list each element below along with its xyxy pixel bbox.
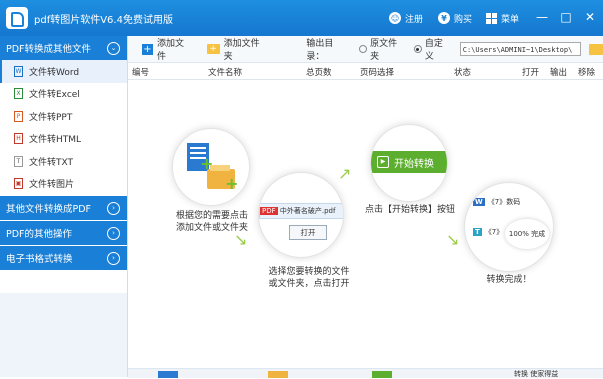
- image-file-icon: ▣: [14, 178, 23, 190]
- sidebar-section-pdf-convert[interactable]: PDF转换成其他文件 ⌄: [0, 36, 127, 60]
- yen-icon: ¥: [438, 12, 450, 24]
- file-result-icon: T: [473, 228, 482, 236]
- chevron-down-icon: ⌄: [107, 42, 120, 55]
- app-logo: [6, 7, 28, 29]
- step2-illustration: PDF 中外著名破产.pdf 打开: [258, 172, 344, 258]
- user-icon: ☺: [389, 12, 401, 24]
- word-file-icon: W: [14, 65, 23, 77]
- progress-badge: 100% 完成: [505, 219, 549, 249]
- step3-caption: 点击【开始转换】按钮: [364, 205, 455, 215]
- sidebar-item-txt[interactable]: T 文件转TXT: [0, 150, 127, 173]
- sidebar-category-to-pdf[interactable]: 其他文件转换成PDF ›: [0, 195, 127, 220]
- txt-file-icon: T: [14, 155, 23, 167]
- html-file-icon: H: [14, 133, 23, 145]
- maximize-button[interactable]: □: [558, 9, 574, 25]
- ppt-file-icon: P: [14, 110, 23, 122]
- col-filename: 文件名称: [208, 68, 243, 78]
- pdf-badge-icon: PDF: [260, 207, 278, 215]
- step4-illustration: W 《7》数码 T 《7》 100% 完成: [464, 182, 554, 272]
- col-open: 打开: [522, 68, 540, 78]
- close-button[interactable]: ✕: [582, 9, 598, 25]
- file-list-area[interactable]: + + 根据您的需要点击 添加文件或文件夹 ↘ PDF 中外著名破产.pdf 打…: [128, 80, 603, 368]
- open-dialog-button: 打开: [289, 225, 327, 240]
- file-table-header: 编号 文件名称 总页数 页码选择 状态 打开 输出 移除: [128, 63, 603, 80]
- step3-illustration: ▶ 开始转换: [370, 124, 448, 202]
- radio-original-folder-label: 原文件夹: [370, 39, 398, 62]
- sidebar-item-image[interactable]: ▣ 文件转图片: [0, 173, 127, 196]
- output-dir-label: 输出目录：: [306, 39, 334, 62]
- step-arrow-3: ↘: [446, 230, 460, 249]
- word-result-icon: W: [473, 198, 485, 206]
- output-path-field[interactable]: C:\Users\ADMINI~1\Desktop\: [459, 42, 582, 56]
- sidebar-item-html[interactable]: H 文件转HTML: [0, 128, 127, 151]
- step-arrow-2: ↗: [338, 164, 352, 183]
- add-folder-icon: +: [206, 44, 220, 54]
- col-status: 状态: [454, 68, 472, 78]
- step4-caption: 转换完成！: [486, 275, 532, 285]
- radio-original-folder[interactable]: [359, 45, 368, 53]
- buy-button[interactable]: ¥ 购买: [438, 9, 472, 27]
- title-bar: pdf转图片软件V6.4免费试用版 ☺ 注册 ¥ 购买 菜单 — □ ✕: [0, 0, 603, 36]
- sidebar-item-word[interactable]: W 文件转Word: [0, 60, 127, 83]
- radio-custom-label: 自定义: [424, 39, 443, 62]
- col-page-select: 页码选择: [360, 68, 395, 78]
- col-remove: 移除: [578, 68, 596, 78]
- step1-illustration: + +: [172, 128, 250, 206]
- add-folder-button[interactable]: + 添加文件夹: [206, 36, 269, 62]
- step-arrow-1: ↘: [234, 230, 248, 249]
- menu-button[interactable]: 菜单: [486, 9, 519, 27]
- svg-text:+: +: [225, 174, 238, 193]
- menu-grid-icon: [486, 12, 497, 24]
- selected-pdf-file: 中外著名破产.pdf: [279, 207, 336, 215]
- add-file-button[interactable]: + 添加文件: [142, 36, 193, 62]
- start-convert-illustration: ▶ 开始转换: [371, 151, 447, 173]
- col-number: 编号: [132, 68, 150, 78]
- sidebar-item-ppt[interactable]: P 文件转PPT: [0, 105, 127, 128]
- app-title: pdf转图片软件V6.4免费试用版: [34, 15, 173, 26]
- sidebar-category-ebook[interactable]: 电子书格式转换 ›: [0, 245, 127, 270]
- sidebar-category-pdf-ops[interactable]: PDF的其他操作 ›: [0, 220, 127, 245]
- bottom-text: 转换 使家得益: [514, 370, 559, 378]
- col-output: 输出: [550, 68, 568, 78]
- register-button[interactable]: ☺ 注册: [389, 9, 423, 27]
- chevron-right-icon: ›: [107, 252, 120, 265]
- radio-custom[interactable]: [413, 45, 422, 53]
- add-files-icon: + +: [187, 143, 238, 193]
- play-icon: ▶: [377, 156, 389, 168]
- add-file-icon: +: [142, 43, 153, 55]
- toolbar: + 添加文件 + 添加文件夹 输出目录： 原文件夹 自定义 C:\Users\A…: [128, 36, 603, 63]
- chevron-right-icon: ›: [107, 227, 120, 240]
- step2-caption: 选择您要转换的文件 或文件夹，点击打开: [268, 267, 350, 289]
- browse-folder-icon[interactable]: [589, 43, 603, 55]
- excel-file-icon: X: [14, 88, 23, 100]
- sidebar: PDF转换成其他文件 ⌄ W 文件转Word X 文件转Excel P 文件转P…: [0, 36, 128, 377]
- col-pages: 总页数: [306, 68, 332, 78]
- chevron-right-icon: ›: [107, 202, 120, 215]
- minimize-button[interactable]: —: [534, 9, 550, 25]
- sidebar-item-excel[interactable]: X 文件转Excel: [0, 83, 127, 106]
- sidebar-empty-area: [0, 293, 127, 377]
